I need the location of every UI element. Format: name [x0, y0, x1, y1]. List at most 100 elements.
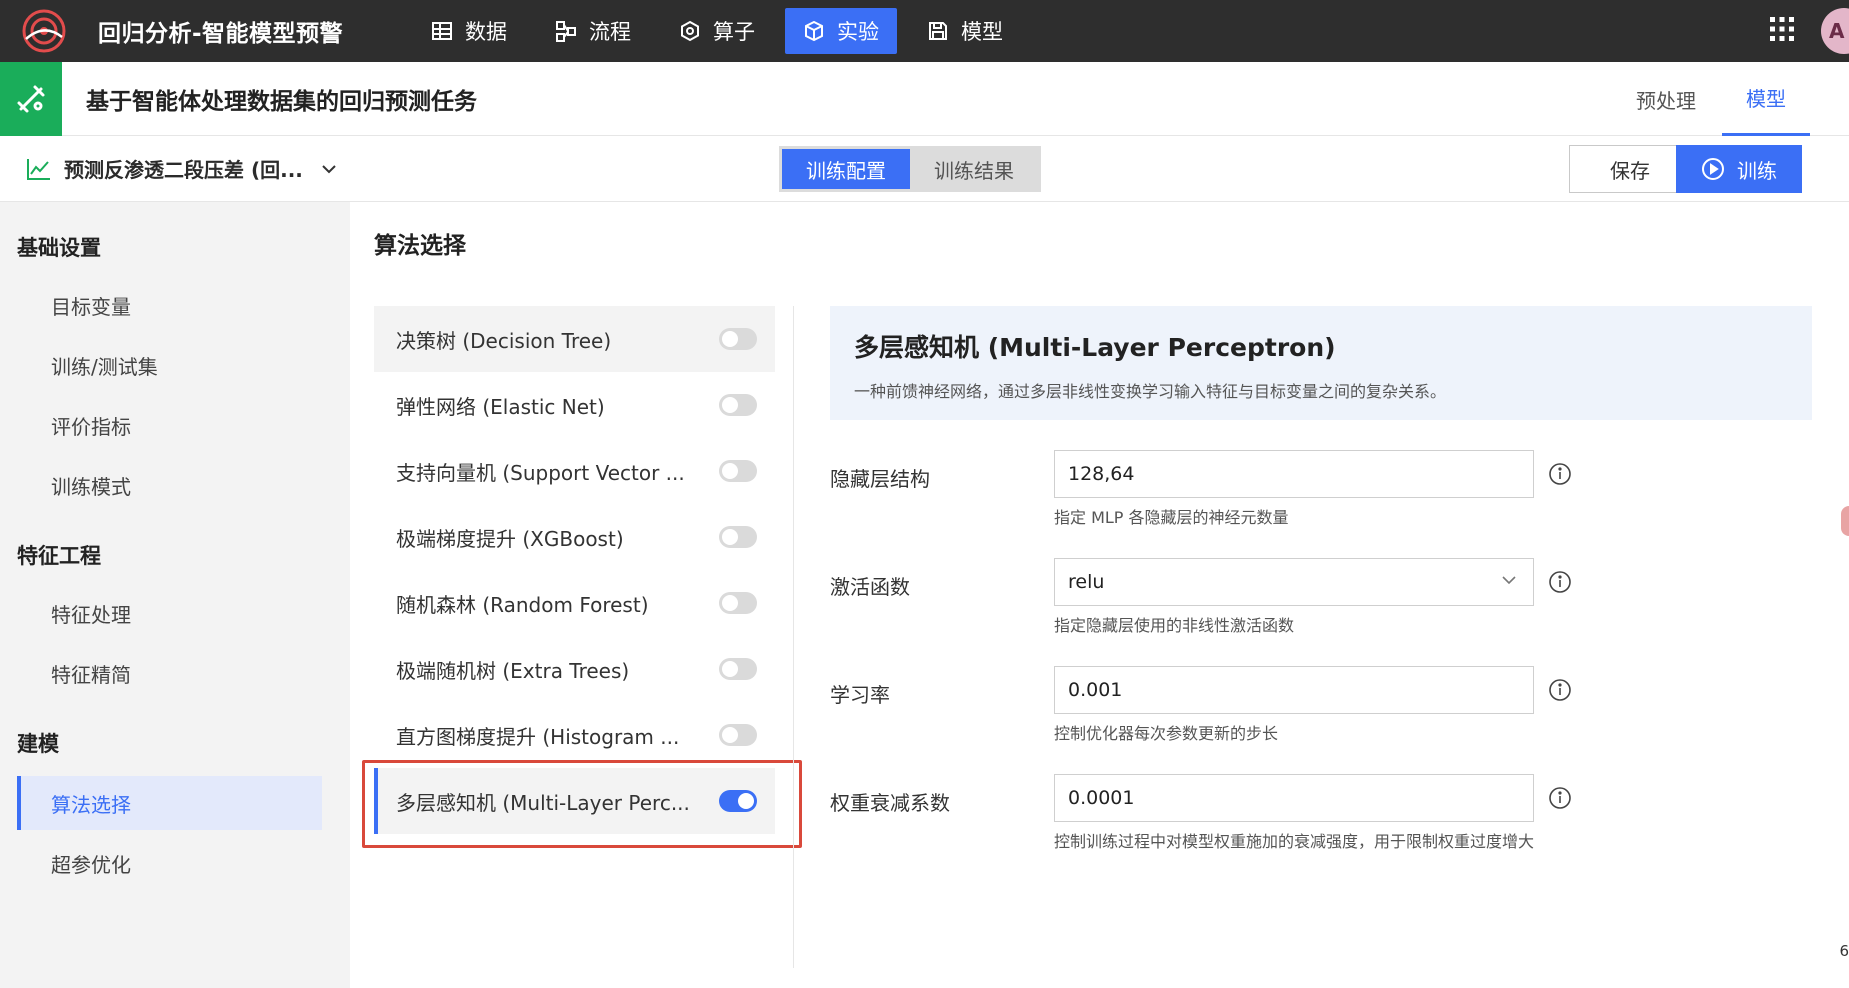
algorithm-label: 极端随机树 (Extra Trees): [396, 658, 630, 683]
hidden-layers-input[interactable]: 128,64: [1054, 450, 1534, 498]
sidebar-item-feature-selection[interactable]: 特征精简: [17, 646, 322, 700]
algorithm-item[interactable]: 随机森林 (Random Forest): [374, 570, 775, 636]
top-nav-bar: 回归分析-智能模型预警 数据 流程 算子 实验 模型 A: [0, 0, 1849, 62]
panel-divider: [793, 306, 794, 968]
algorithm-label: 多层感知机 (Multi-Layer Perc...: [396, 790, 690, 815]
algorithm-detail-title: 多层感知机 (Multi-Layer Perceptron): [854, 333, 1336, 362]
tab-preprocess[interactable]: 预处理: [1636, 62, 1696, 136]
param-weight-decay: 权重衰减系数 0.0001 控制训练过程中对模型权重施加的衰减强度，用于限制权重…: [830, 774, 1730, 864]
nav-item-label: 数据: [465, 20, 508, 44]
algorithm-toggle[interactable]: [719, 460, 757, 482]
flow-icon: [556, 21, 577, 42]
algorithm-label: 支持向量机 (Support Vector ...: [396, 460, 685, 485]
info-icon[interactable]: [1548, 678, 1572, 702]
nav-item-operator[interactable]: 算子: [661, 8, 773, 54]
activation-select[interactable]: relu: [1054, 558, 1534, 606]
param-help-text: 指定隐藏层使用的非线性激活函数: [1054, 616, 1295, 635]
cube-icon: [805, 20, 824, 42]
algorithm-label: 极端梯度提升 (XGBoost): [396, 526, 624, 551]
algorithm-toggle[interactable]: [719, 724, 757, 746]
nav-item-label: 模型: [961, 20, 1004, 44]
algorithm-label: 决策树 (Decision Tree): [396, 328, 612, 353]
tab-train-result[interactable]: 训练结果: [910, 149, 1038, 189]
algorithm-toggle[interactable]: [719, 394, 757, 416]
param-help-text: 控制优化器每次参数更新的步长: [1054, 724, 1279, 743]
algorithm-item[interactable]: 极端随机树 (Extra Trees): [374, 636, 775, 702]
nav-item-model[interactable]: 模型: [909, 8, 1021, 54]
nav-item-label: 实验: [837, 20, 880, 44]
chevron-down-icon: [1502, 576, 1516, 585]
nav-item-label: 流程: [589, 20, 632, 44]
user-avatar[interactable]: A: [1821, 8, 1849, 54]
algorithm-toggle[interactable]: [719, 658, 757, 680]
algorithm-item[interactable]: 直方图梯度提升 (Histogram ...: [374, 702, 775, 768]
algorithm-item[interactable]: 极端梯度提升 (XGBoost): [374, 504, 775, 570]
chevron-down-icon: [322, 164, 336, 173]
param-learning-rate: 学习率 0.001 控制优化器每次参数更新的步长: [830, 666, 1730, 756]
activation-value: relu: [1068, 571, 1105, 593]
algorithm-toggle[interactable]: [719, 328, 757, 350]
param-label: 权重衰减系数: [830, 791, 950, 815]
info-icon[interactable]: [1548, 570, 1572, 594]
task-title: 基于智能体处理数据集的回归预测任务: [86, 88, 477, 115]
side-scroll-handle[interactable]: [1841, 506, 1849, 536]
train-button-label: 训练: [1737, 158, 1777, 183]
learning-rate-input[interactable]: 0.001: [1054, 666, 1534, 714]
section-title: 算法选择: [374, 233, 466, 259]
algorithm-item-selected[interactable]: 多层感知机 (Multi-Layer Perc...: [374, 768, 775, 834]
algorithm-label: 直方图梯度提升 (Histogram ...: [396, 724, 680, 749]
app-logo-icon[interactable]: [18, 5, 70, 57]
param-label: 激活函数: [830, 575, 910, 599]
weight-decay-input[interactable]: 0.0001: [1054, 774, 1534, 822]
settings-sidebar: 基础设置 目标变量 训练/测试集 评价指标 训练模式 特征工程 特征处理 特征精…: [0, 202, 350, 988]
sidebar-item-split[interactable]: 训练/测试集: [17, 338, 322, 392]
toolbar: 预测反渗透二段压差 (回... 训练配置 训练结果 保存 训练: [0, 136, 1849, 202]
algorithm-toggle[interactable]: [719, 592, 757, 614]
info-icon[interactable]: [1548, 462, 1572, 486]
nav-item-flow[interactable]: 流程: [537, 8, 649, 54]
main-nav: 数据 流程 算子 实验 模型: [413, 0, 1033, 62]
sidebar-group-feature: 特征工程: [17, 544, 101, 568]
sidebar-item-algorithm[interactable]: 算法选择: [17, 776, 322, 830]
algorithm-description-card: 多层感知机 (Multi-Layer Perceptron) 一种前馈神经网络，…: [830, 306, 1812, 420]
param-help-text: 指定 MLP 各隐藏层的神经元数量: [1054, 508, 1289, 527]
config-result-switch: 训练配置 训练结果: [779, 146, 1041, 192]
nav-item-data[interactable]: 数据: [413, 8, 525, 54]
save-icon: [929, 22, 948, 40]
sidebar-item-mode[interactable]: 训练模式: [17, 458, 322, 512]
save-button[interactable]: 保存: [1569, 145, 1691, 193]
tab-model[interactable]: 模型: [1722, 62, 1810, 136]
nav-item-experiment[interactable]: 实验: [785, 8, 898, 54]
tools-icon: [0, 61, 62, 136]
play-circle-icon: [1702, 158, 1724, 180]
algorithm-detail-description: 一种前馈神经网络，通过多层非线性变换学习输入特征与目标变量之间的复杂关系。: [854, 382, 1447, 401]
algorithm-toggle[interactable]: [719, 790, 757, 812]
operator-icon: [681, 20, 700, 42]
info-icon[interactable]: [1548, 786, 1572, 810]
train-button[interactable]: 训练: [1676, 145, 1802, 193]
sidebar-group-modeling: 建模: [17, 732, 59, 756]
param-label: 隐藏层结构: [830, 467, 930, 491]
param-label: 学习率: [830, 683, 890, 707]
sidebar-item-feature-processing[interactable]: 特征处理: [17, 586, 322, 640]
target-variable-label: 预测反渗透二段压差 (回...: [64, 158, 303, 182]
algorithm-item[interactable]: 支持向量机 (Support Vector ...: [374, 438, 775, 504]
algorithm-label: 随机森林 (Random Forest): [396, 592, 649, 617]
app-title: 回归分析-智能模型预警: [98, 21, 344, 47]
target-variable-select[interactable]: 预测反渗透二段压差 (回...: [26, 154, 337, 183]
algorithm-toggle[interactable]: [719, 526, 757, 548]
task-title-bar: 基于智能体处理数据集的回归预测任务 预处理 模型: [0, 61, 1849, 136]
sidebar-item-target[interactable]: 目标变量: [17, 278, 322, 332]
param-help-text: 控制训练过程中对模型权重施加的衰减强度，用于限制权重过度增大: [1054, 832, 1535, 851]
sidebar-item-metrics[interactable]: 评价指标: [17, 398, 322, 452]
apps-grid-icon[interactable]: [1767, 14, 1797, 48]
param-activation: 激活函数 relu 指定隐藏层使用的非线性激活函数: [830, 558, 1730, 648]
line-chart-icon: [27, 158, 50, 180]
algorithm-item[interactable]: 弹性网络 (Elastic Net): [374, 372, 775, 438]
sidebar-group-basic: 基础设置: [17, 236, 101, 260]
tab-train-config[interactable]: 训练配置: [782, 149, 910, 189]
corner-badge: 6: [1839, 942, 1849, 960]
sidebar-item-hyperparam[interactable]: 超参优化: [17, 836, 322, 890]
algorithm-item[interactable]: 决策树 (Decision Tree): [374, 306, 775, 372]
param-hidden-layers: 隐藏层结构 128,64 指定 MLP 各隐藏层的神经元数量: [830, 450, 1730, 540]
